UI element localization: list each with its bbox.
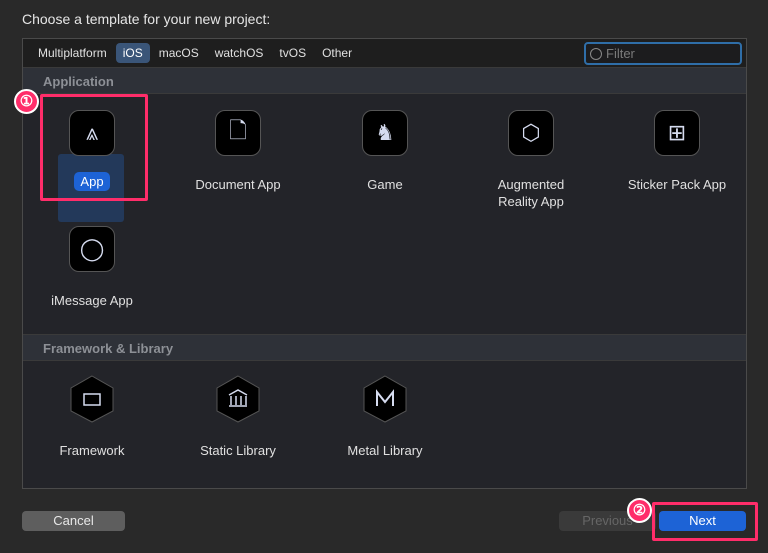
tab-other[interactable]: Other [315,43,359,63]
tab-tvos[interactable]: tvOS [272,43,313,63]
annotation-box-1 [40,94,148,201]
template-label: Game [367,177,403,192]
cancel-button[interactable]: Cancel [22,511,125,531]
tab-watchos[interactable]: watchOS [208,43,271,63]
section-header-framework: Framework & Library [23,335,746,361]
toolbox-hex-icon [69,375,115,423]
game-robot-icon: ♞ [362,110,408,156]
filter-input[interactable]: Filter [584,42,742,65]
filter-icon [590,47,602,60]
annotation-number-2: ② [627,498,652,523]
template-label: Metal Library [347,443,423,458]
template-game[interactable]: ♞ Game [315,110,455,193]
platform-tabs: Multiplatform iOS macOS watchOS tvOS Oth… [23,39,746,68]
template-static-library[interactable]: Static Library [168,375,308,459]
framework-grid: Framework Static Library Metal Library [23,361,746,481]
dialog-title: Choose a template for your new project: [22,11,271,27]
grid-icon: ⊞ [654,110,700,156]
section-header-application: Application [23,68,746,94]
library-building-hex-icon [215,375,261,423]
annotation-box-2 [652,502,758,541]
template-label: Static Library [200,443,276,458]
template-sticker-pack-app[interactable]: ⊞ Sticker Pack App [607,110,747,193]
filter-placeholder: Filter [606,46,635,61]
tab-macos[interactable]: macOS [152,43,206,63]
template-label: Sticker Pack App [627,177,727,192]
template-augmented-reality-app[interactable]: ⬡ Augmented Reality App [461,110,601,210]
template-label: Framework [59,443,125,458]
template-imessage-app[interactable]: ◯ iMessage App [22,226,162,309]
ar-cube-icon: ⬡ [508,110,554,156]
template-label: Document App [195,177,281,192]
document-icon: 🗋 [215,110,261,156]
message-bubble-icon: ◯ [69,226,115,272]
template-label: Augmented Reality App [497,177,565,209]
metal-hex-icon [362,375,408,423]
template-document-app[interactable]: 🗋 Document App [168,110,308,193]
annotation-number-1: ① [14,89,39,114]
template-metal-library[interactable]: Metal Library [315,375,455,459]
template-framework[interactable]: Framework [22,375,162,459]
tab-multiplatform[interactable]: Multiplatform [31,43,114,63]
tab-ios[interactable]: iOS [115,43,150,63]
template-label: iMessage App [51,293,133,308]
